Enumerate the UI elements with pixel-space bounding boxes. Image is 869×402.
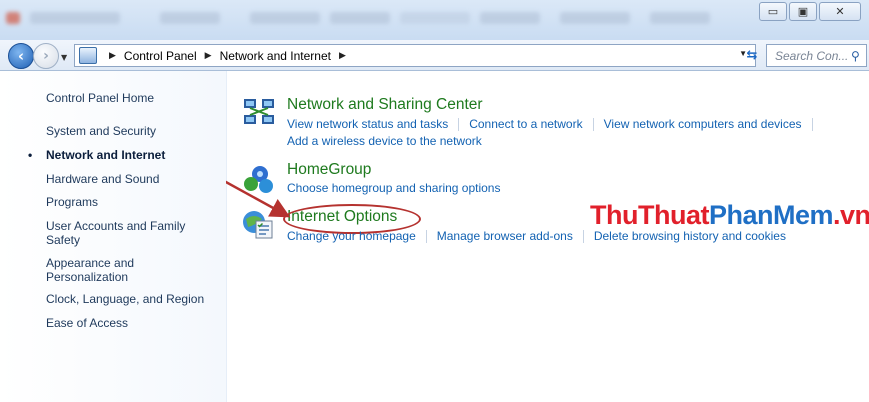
- link-connect-to-network[interactable]: Connect to a network: [469, 117, 582, 131]
- chevron-down-icon: ▼: [61, 53, 68, 62]
- sidebar-item-label: Appearance and Personalization: [46, 256, 135, 284]
- annotation-arrow-icon: [226, 180, 291, 218]
- link-manage-browser-addons[interactable]: Manage browser add-ons: [437, 229, 573, 243]
- address-bar: ‹ › ▼ ▶ Control Panel ▶ Network and Inte…: [0, 40, 869, 71]
- link-separator: [425, 229, 427, 243]
- back-arrow-icon: ‹: [17, 47, 25, 65]
- refresh-icon: ⇆: [746, 47, 758, 63]
- sidebar-item-user-accounts[interactable]: User Accounts and Family Safety: [46, 219, 196, 247]
- sidebar-item-label: System and Security: [46, 124, 157, 138]
- sidebar-item-system-and-security[interactable]: System and Security: [46, 124, 216, 138]
- internet-options-task-links: Change your homepage Manage browser add-…: [287, 229, 786, 243]
- sidebar-item-control-panel-home[interactable]: Control Panel Home: [46, 91, 216, 105]
- blurred-toolbar: [560, 12, 630, 24]
- back-button[interactable]: ‹: [8, 43, 34, 69]
- sidebar-item-label: Control Panel Home: [46, 91, 155, 105]
- link-separator: [592, 117, 594, 131]
- sidebar-item-label: Programs: [46, 195, 99, 209]
- homegroup-task-links: Choose homegroup and sharing options: [287, 181, 500, 195]
- minimize-button[interactable]: ▭: [759, 2, 787, 21]
- blurred-toolbar: [160, 12, 220, 24]
- sidebar-item-label: Network and Internet: [46, 148, 166, 162]
- blurred-toolbar: [30, 12, 120, 24]
- link-delete-browsing-history[interactable]: Delete browsing history and cookies: [594, 229, 786, 243]
- blurred-toolbar: [400, 12, 470, 24]
- window-controls: ▭ ▣ ✕: [759, 2, 861, 21]
- link-add-wireless-device[interactable]: Add a wireless device to the network: [287, 134, 482, 148]
- link-view-network-computers[interactable]: View network computers and devices: [604, 117, 802, 131]
- link-choose-homegroup-options[interactable]: Choose homegroup and sharing options: [287, 181, 500, 195]
- network-task-links-row2: Add a wireless device to the network: [287, 134, 482, 148]
- sidebar: Control Panel Home System and Security •…: [0, 71, 227, 402]
- main-content: Network and Sharing Center View network …: [226, 71, 869, 402]
- forward-button[interactable]: ›: [33, 43, 59, 69]
- link-change-homepage[interactable]: Change your homepage: [287, 229, 416, 243]
- blurred-toolbar: [250, 12, 320, 24]
- sidebar-item-network-and-internet[interactable]: • Network and Internet: [28, 148, 216, 162]
- breadcrumb-network-and-internet[interactable]: Network and Internet: [220, 49, 331, 63]
- watermark-logo: ThuThuatPhanMem.vn: [590, 200, 869, 231]
- search-box[interactable]: ⚲: [766, 44, 867, 67]
- sidebar-item-label: Hardware and Sound: [46, 172, 160, 186]
- link-separator: [458, 117, 460, 131]
- watermark-part2: PhanMem: [708, 200, 834, 230]
- sidebar-item-label: Ease of Access: [46, 316, 129, 330]
- control-panel-icon: [79, 47, 97, 64]
- sidebar-item-hardware-and-sound[interactable]: Hardware and Sound: [46, 172, 216, 186]
- network-task-links: View network status and tasks Connect to…: [287, 117, 823, 131]
- network-and-sharing-center-link[interactable]: Network and Sharing Center: [287, 96, 483, 114]
- link-view-network-status[interactable]: View network status and tasks: [287, 117, 448, 131]
- refresh-button[interactable]: ⇆: [742, 46, 762, 64]
- sidebar-item-label: Clock, Language, and Region: [46, 292, 205, 306]
- maximize-icon: ▣: [797, 5, 809, 18]
- blurred-app-icon: [6, 12, 20, 24]
- blurred-toolbar: [650, 12, 710, 24]
- sidebar-item-label: User Accounts and Family Safety: [46, 219, 186, 247]
- active-bullet: •: [28, 148, 33, 162]
- blurred-toolbar: [330, 12, 390, 24]
- watermark-part3: .vn: [833, 200, 869, 230]
- link-separator: [582, 229, 584, 243]
- maximize-button[interactable]: ▣: [789, 2, 817, 21]
- chevron-right-icon[interactable]: ▶: [205, 50, 212, 61]
- forward-arrow-icon: ›: [43, 48, 49, 64]
- search-input[interactable]: [773, 47, 851, 64]
- link-separator: [811, 117, 813, 131]
- search-icon[interactable]: ⚲: [851, 49, 860, 63]
- close-button[interactable]: ✕: [819, 2, 861, 21]
- breadcrumb[interactable]: ▶ Control Panel ▶ Network and Internet ▶…: [74, 44, 756, 67]
- chevron-right-icon[interactable]: ▶: [339, 50, 346, 61]
- minimize-icon: ▭: [767, 5, 779, 18]
- breadcrumb-control-panel[interactable]: Control Panel: [124, 49, 197, 63]
- sidebar-item-appearance[interactable]: Appearance and Personalization: [46, 256, 156, 284]
- blurred-toolbar: [480, 12, 540, 24]
- chevron-right-icon[interactable]: ▶: [109, 50, 116, 61]
- sidebar-item-clock-language-region[interactable]: Clock, Language, and Region: [46, 292, 216, 306]
- title-bar: ▭ ▣ ✕: [0, 0, 869, 40]
- sidebar-item-ease-of-access[interactable]: Ease of Access: [46, 316, 216, 330]
- sidebar-item-programs[interactable]: Programs: [46, 195, 216, 209]
- watermark-part1: ThuThuat: [590, 200, 709, 230]
- recent-pages-dropdown[interactable]: ▼: [61, 53, 67, 62]
- close-icon: ✕: [835, 5, 845, 18]
